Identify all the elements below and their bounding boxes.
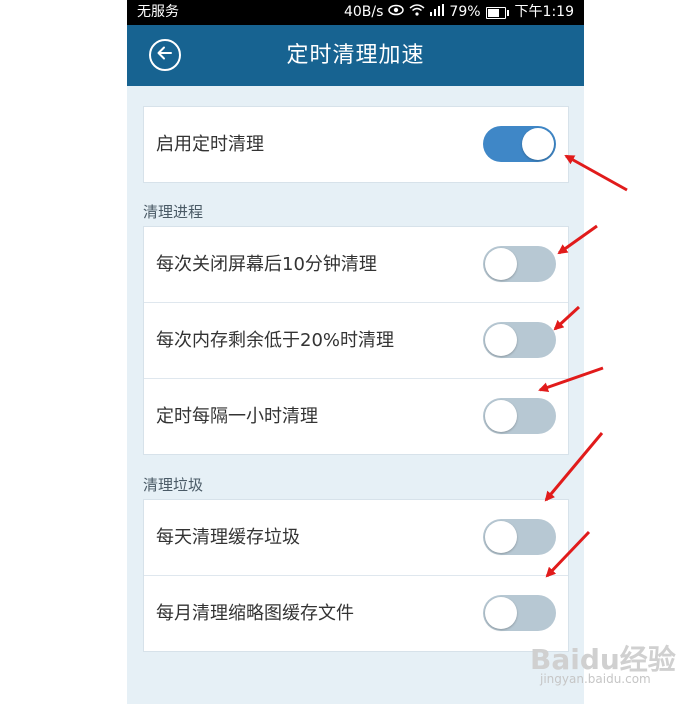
signal-icon bbox=[430, 0, 445, 25]
watermark-url: jingyan.baidu.com bbox=[540, 672, 651, 686]
toggle-switch[interactable] bbox=[483, 595, 556, 631]
toggle-knob bbox=[485, 400, 517, 432]
eye-icon bbox=[388, 0, 405, 25]
toggle-knob bbox=[485, 248, 517, 280]
list-item[interactable]: 每次关闭屏幕后10分钟清理 bbox=[144, 227, 568, 303]
row-label: 每月清理缩略图缓存文件 bbox=[156, 603, 354, 624]
enable-card: 启用定时清理 bbox=[143, 106, 569, 183]
enable-timed-clean-toggle[interactable] bbox=[483, 126, 556, 162]
clock: 下午1:19 bbox=[514, 4, 574, 20]
list-item[interactable]: 每天清理缓存垃圾 bbox=[144, 500, 568, 576]
phone-screen: 无服务 40B/s 79% 下午1:19 定时清理加速 启用定时清理 清理进程 … bbox=[127, 0, 584, 704]
row-label: 每次关闭屏幕后10分钟清理 bbox=[156, 254, 377, 275]
row-label: 启用定时清理 bbox=[156, 134, 264, 155]
section-title-process: 清理进程 bbox=[143, 203, 204, 221]
toggle-knob bbox=[485, 521, 517, 553]
status-right: 40B/s 79% 下午1:19 bbox=[344, 0, 574, 25]
row-label: 定时每隔一小时清理 bbox=[156, 406, 318, 427]
toggle-switch[interactable] bbox=[483, 398, 556, 434]
battery-icon bbox=[485, 6, 509, 19]
carrier-label: 无服务 bbox=[137, 4, 179, 20]
enable-timed-clean-row[interactable]: 启用定时清理 bbox=[144, 107, 568, 182]
status-bar: 无服务 40B/s 79% 下午1:19 bbox=[127, 0, 584, 25]
toggle-knob bbox=[485, 324, 517, 356]
process-card: 每次关闭屏幕后10分钟清理 每次内存剩余低于20%时清理 定时每隔一小时清理 bbox=[143, 226, 569, 455]
toggle-switch[interactable] bbox=[483, 246, 556, 282]
baidu-watermark: Baidu经验 jingyan.baidu.com bbox=[530, 628, 680, 688]
junk-card: 每天清理缓存垃圾 每月清理缩略图缓存文件 bbox=[143, 499, 569, 652]
page-title: 定时清理加速 bbox=[286, 43, 425, 68]
section-title-junk: 清理垃圾 bbox=[143, 476, 204, 494]
row-label: 每次内存剩余低于20%时清理 bbox=[156, 330, 395, 351]
list-item[interactable]: 每次内存剩余低于20%时清理 bbox=[144, 303, 568, 379]
toggle-knob bbox=[485, 597, 517, 629]
battery-percent: 79% bbox=[449, 4, 481, 20]
title-bar: 定时清理加速 bbox=[127, 25, 584, 86]
toggle-switch[interactable] bbox=[483, 519, 556, 555]
list-item[interactable]: 定时每隔一小时清理 bbox=[144, 379, 568, 454]
row-label: 每天清理缓存垃圾 bbox=[156, 527, 300, 548]
wifi-icon bbox=[409, 0, 425, 25]
toggle-knob bbox=[522, 128, 554, 160]
network-speed: 40B/s bbox=[343, 4, 384, 20]
list-item[interactable]: 每月清理缩略图缓存文件 bbox=[144, 576, 568, 651]
toggle-switch[interactable] bbox=[483, 322, 556, 358]
